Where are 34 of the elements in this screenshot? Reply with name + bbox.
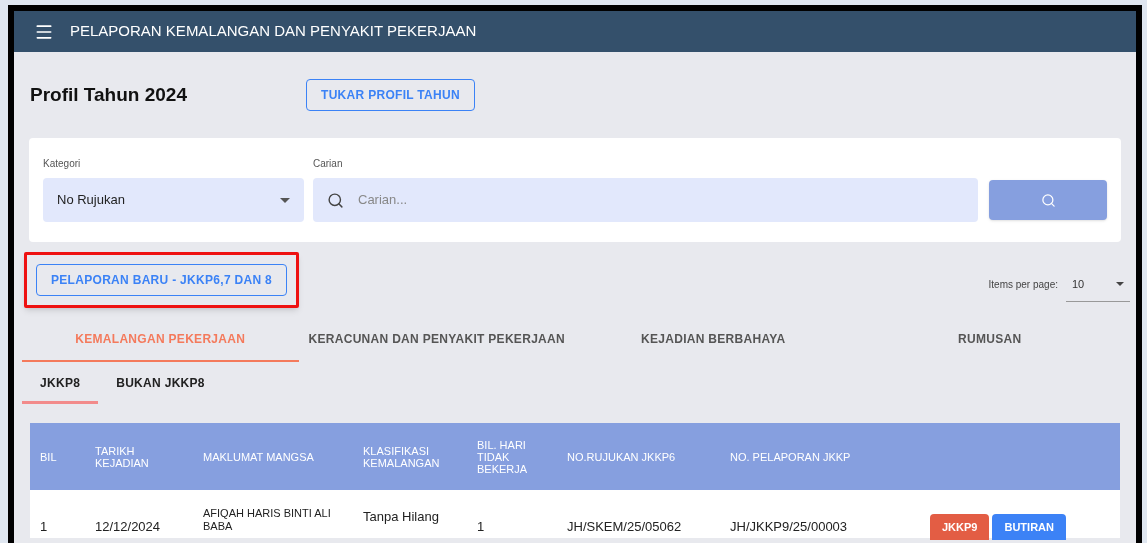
category-select[interactable]: No Rujukan (43, 178, 304, 222)
dropdown-caret-icon (1116, 282, 1124, 286)
page-size-select[interactable]: 10 (1066, 267, 1130, 302)
action-button[interactable]: BUTIRAN (992, 514, 1066, 540)
column-header: BIL (40, 450, 58, 463)
table-cell-text: 1 (40, 518, 49, 534)
column-header: BIL. HARI TIDAK BEKERJA (477, 438, 529, 475)
table-cell-text: JH/JKKP9/25/00003 (730, 518, 849, 534)
column-header: KLASIFIKASI KEMALANGAN (363, 444, 441, 469)
tab[interactable]: KEJADIAN BERBAHAYA (575, 317, 852, 362)
action-button[interactable]: JKKP9 (930, 514, 990, 540)
column-header: TARIKH KEJADIAN (95, 444, 150, 469)
tab[interactable]: KERACUNAN DAN PENYAKIT PEKERJAAN (298, 317, 575, 362)
table-cell-text: AFIQAH HARIS BINTI ALI BABA (203, 507, 332, 533)
column-header: NO. PELAPORAN JKKP (730, 450, 852, 463)
category-label: Kategori (43, 157, 82, 171)
table-cell-text: 12/12/2024 (95, 518, 162, 534)
tab[interactable]: RUMUSAN (851, 317, 1128, 362)
search-field[interactable]: Carian... (313, 178, 978, 222)
table-cell-text: JH/SKEM/25/05062 (567, 518, 683, 534)
dropdown-caret-icon (280, 197, 290, 203)
sub-tab[interactable]: JKKP8 (22, 364, 99, 404)
search-icon (327, 191, 344, 209)
search-input[interactable]: Carian... (358, 190, 964, 210)
items-per-page-label: Items per page: (988, 278, 1058, 292)
search-label: Carian (313, 157, 344, 171)
app-title: PELAPORAN KEMALANGAN DAN PENYAKIT PEKERJAAN (70, 21, 477, 42)
sub-tab[interactable]: BUKAN JKKP8 (98, 364, 223, 404)
search-icon (1040, 192, 1056, 208)
column-header: MAKLUMAT MANGSA (203, 450, 315, 463)
column-header: NO.RUJUKAN JKKP6 (567, 450, 677, 463)
table-cell-text: Tanpa Hilang (363, 509, 440, 524)
table-cell-text: 1 (477, 518, 486, 534)
profile-title: Profil Tahun 2024 (30, 82, 188, 107)
